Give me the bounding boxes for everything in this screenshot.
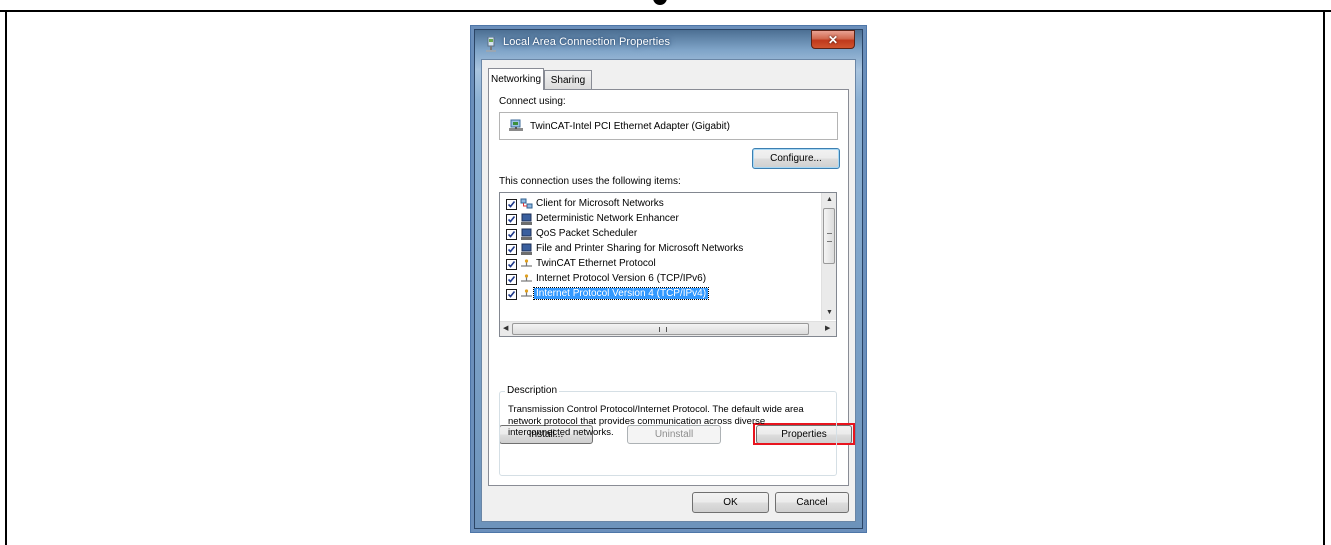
list-item[interactable]: Client for Microsoft Networks: [500, 197, 818, 212]
close-icon: ✕: [827, 32, 839, 47]
protocol-icon: [521, 274, 532, 282]
checkmark-icon: [507, 231, 516, 238]
network-client-icon: [520, 198, 533, 209]
checkmark-icon: [507, 276, 516, 283]
item-label: QoS Packet Scheduler: [536, 228, 638, 239]
tab-networking-label: Networking: [490, 74, 542, 85]
scroll-left-icon[interactable]: ◀: [503, 325, 508, 332]
ok-button-label: OK: [723, 497, 738, 508]
adapter-field: TwinCAT-Intel PCI Ethernet Adapter (Giga…: [499, 112, 838, 140]
item-label: File and Printer Sharing for Microsoft N…: [536, 243, 744, 254]
description-group: Description Transmission Control Protoco…: [499, 385, 837, 476]
network-service-icon: [521, 243, 532, 255]
horizontal-scroll-thumb[interactable]: [512, 323, 809, 335]
properties-dialog: Local Area Connection Properties ✕ Netwo…: [470, 25, 867, 533]
item-checkbox[interactable]: [506, 274, 517, 285]
title-bar[interactable]: Local Area Connection Properties ✕: [475, 30, 862, 58]
network-service-icon: [521, 228, 532, 240]
frame-left-border: [5, 10, 7, 545]
checkmark-icon: [507, 201, 516, 208]
configure-button[interactable]: Configure...: [752, 148, 840, 169]
connection-items-list[interactable]: Client for Microsoft Networks Determinis…: [499, 192, 837, 337]
networking-panel: Connect using: TwinCAT-Intel PCI Etherne…: [488, 89, 855, 486]
item-checkbox[interactable]: [506, 214, 517, 225]
network-service-icon: [521, 213, 532, 225]
cancel-button-label: Cancel: [796, 497, 828, 508]
scroll-up-icon[interactable]: ▲: [826, 196, 833, 203]
item-checkbox[interactable]: [506, 199, 517, 210]
protocol-icon: [521, 289, 532, 297]
list-item[interactable]: TwinCAT Ethernet Protocol: [500, 257, 818, 272]
dialog-title: Local Area Connection Properties: [503, 36, 671, 48]
grip-icon: [659, 327, 667, 332]
list-item-selected[interactable]: Internet Protocol Version 4 (TCP/IPv4): [500, 287, 818, 302]
vertical-scroll-thumb[interactable]: [823, 208, 835, 264]
list-item[interactable]: QoS Packet Scheduler: [500, 227, 818, 242]
item-checkbox[interactable]: [506, 289, 517, 300]
list-item[interactable]: File and Printer Sharing for Microsoft N…: [500, 242, 818, 257]
cancel-button[interactable]: Cancel: [775, 492, 849, 513]
item-label: Internet Protocol Version 6 (TCP/IPv6): [536, 273, 707, 284]
checkmark-icon: [507, 291, 516, 298]
item-label: TwinCAT Ethernet Protocol: [536, 258, 656, 269]
item-label: Client for Microsoft Networks: [536, 198, 664, 209]
header-fragment: [653, 0, 667, 5]
description-text: Transmission Control Protocol/Internet P…: [508, 404, 804, 438]
item-checkbox[interactable]: [506, 229, 517, 240]
vertical-scrollbar[interactable]: ▲ ▼: [821, 193, 836, 320]
ok-button[interactable]: OK: [692, 492, 769, 513]
item-checkbox[interactable]: [506, 244, 517, 255]
tab-sharing[interactable]: Sharing: [544, 70, 592, 90]
horizontal-scrollbar[interactable]: ◀ ▶: [500, 321, 836, 336]
scroll-right-icon[interactable]: ▶: [825, 325, 830, 332]
checkmark-icon: [507, 246, 516, 253]
list-item[interactable]: Internet Protocol Version 6 (TCP/IPv6): [500, 272, 818, 287]
tab-networking[interactable]: Networking: [488, 68, 544, 90]
dialog-window: Local Area Connection Properties ✕ Netwo…: [474, 29, 863, 529]
connect-using-label: Connect using:: [499, 96, 566, 107]
item-label: Internet Protocol Version 4 (TCP/IPv4): [532, 287, 710, 300]
network-connection-icon: [486, 37, 496, 52]
checkmark-icon: [507, 261, 516, 268]
frame-top-border: [0, 10, 1331, 12]
frame-right-border: [1323, 10, 1325, 545]
item-label: Deterministic Network Enhancer: [536, 213, 679, 224]
item-checkbox[interactable]: [506, 259, 517, 270]
checkmark-icon: [507, 216, 516, 223]
configure-button-label: Configure...: [770, 153, 822, 164]
connection-items-label: This connection uses the following items…: [499, 176, 681, 187]
list-item[interactable]: Deterministic Network Enhancer: [500, 212, 818, 227]
dialog-client-area: Networking Sharing Connect using: TwinCA…: [481, 59, 856, 522]
protocol-icon: [521, 259, 532, 267]
adapter-name: TwinCAT-Intel PCI Ethernet Adapter (Giga…: [530, 121, 730, 132]
description-legend: Description: [505, 385, 560, 396]
close-button[interactable]: ✕: [811, 30, 855, 49]
scroll-down-icon[interactable]: ▼: [826, 309, 833, 316]
network-adapter-icon: [509, 119, 523, 131]
tab-sharing-label: Sharing: [550, 75, 586, 86]
grip-icon: [827, 233, 832, 242]
